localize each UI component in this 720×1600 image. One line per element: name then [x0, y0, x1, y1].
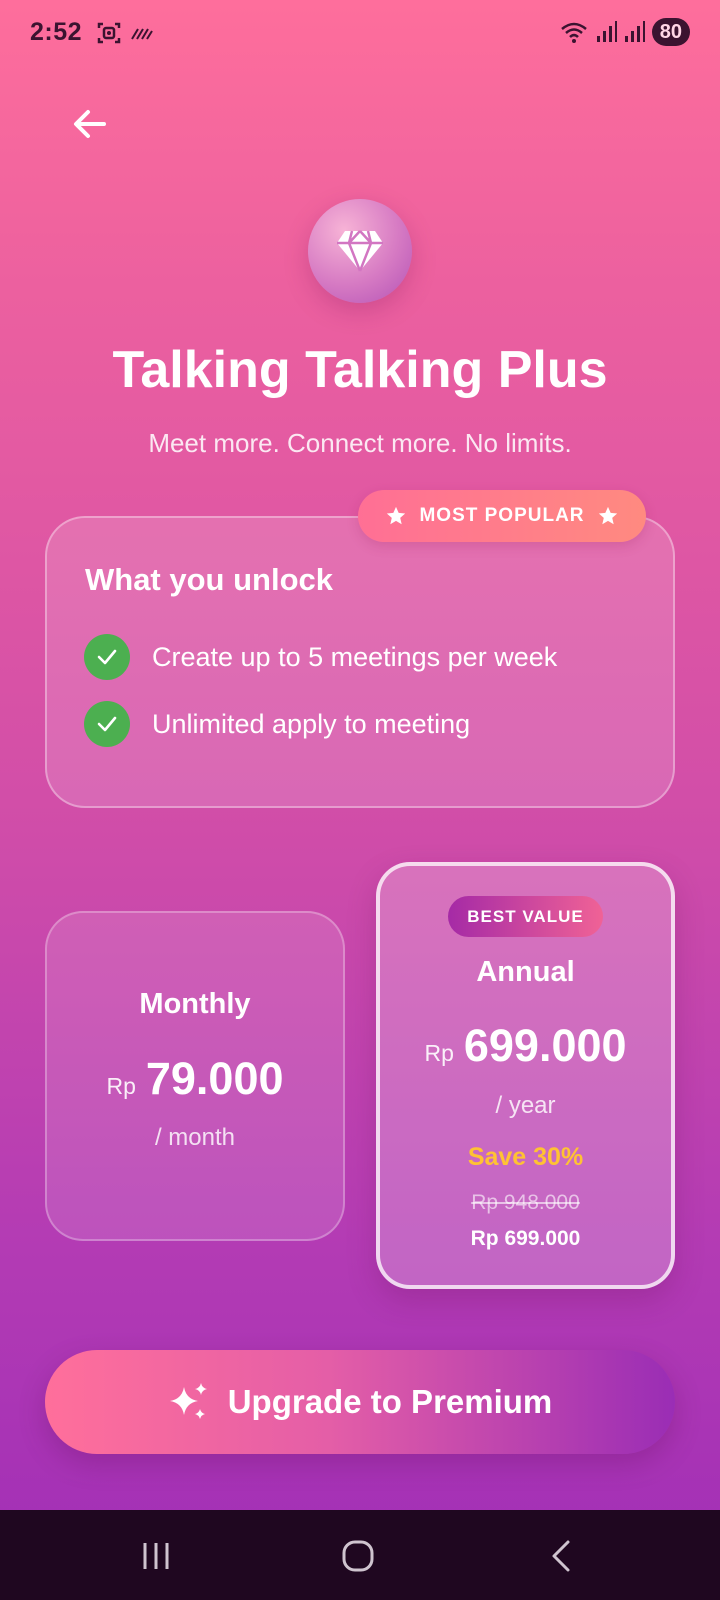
battery-indicator: 80	[651, 18, 690, 46]
upgrade-button-label: Upgrade to Premium	[227, 1383, 553, 1420]
signal-icon	[596, 21, 617, 42]
status-right-icons: 80	[560, 18, 690, 46]
old-price: Rp 948.000	[471, 1191, 580, 1214]
most-popular-label: MOST POPULAR	[419, 505, 585, 526]
check-icon	[84, 701, 130, 747]
back-icon	[552, 1540, 570, 1572]
notification-icon	[131, 28, 153, 40]
page-title: Talking Talking Plus	[112, 341, 608, 399]
back-button[interactable]	[62, 96, 118, 152]
price-amount: 79.000	[145, 1053, 284, 1104]
feature-label: Unlimited apply to meeting	[152, 708, 471, 739]
plan-monthly-period: / month	[154, 1124, 236, 1151]
price-amount: 699.000	[463, 1020, 627, 1071]
status-time: 2:52	[30, 18, 83, 46]
wifi-icon	[560, 22, 587, 43]
new-price: Rp 699.000	[470, 1227, 581, 1250]
signal-icon	[624, 21, 645, 42]
sparkles-icon	[169, 1383, 207, 1419]
star-icon	[387, 506, 406, 525]
plan-monthly-price: Rp 79.000	[45, 1053, 345, 1105]
feature-item: Create up to 5 meetings per week	[84, 634, 557, 680]
plan-annual-name: Annual	[476, 956, 575, 988]
check-icon	[84, 634, 130, 680]
home-icon	[342, 1540, 374, 1572]
feature-item: Unlimited apply to meeting	[84, 701, 470, 747]
star-icon	[598, 506, 617, 525]
home-button[interactable]	[328, 1531, 388, 1581]
currency-label: Rp	[106, 1073, 136, 1099]
arrow-left-icon	[74, 110, 106, 138]
plan-annual-price: Rp 699.000	[376, 1020, 675, 1072]
features-title: What you unlock	[85, 562, 333, 597]
recent-apps-button[interactable]	[126, 1531, 186, 1581]
save-label: Save 30%	[467, 1143, 584, 1171]
system-back-button[interactable]	[531, 1531, 591, 1581]
page-subtitle: Meet more. Connect more. No limits.	[148, 428, 572, 458]
plan-annual-period: / year	[495, 1092, 556, 1119]
currency-label: Rp	[424, 1040, 454, 1066]
upgrade-button[interactable]: Upgrade to Premium	[45, 1350, 675, 1454]
most-popular-badge: MOST POPULAR	[358, 490, 646, 542]
plan-monthly-name: Monthly	[139, 988, 251, 1020]
screenshot-icon	[97, 22, 121, 44]
feature-label: Create up to 5 meetings per week	[152, 641, 558, 672]
diamond-icon	[337, 230, 383, 272]
status-left-icons	[96, 20, 154, 46]
premium-emblem	[308, 199, 412, 303]
best-value-badge: BEST VALUE	[448, 896, 603, 937]
status-bar: 2:52 80	[0, 0, 720, 66]
recent-apps-icon	[143, 1543, 169, 1569]
